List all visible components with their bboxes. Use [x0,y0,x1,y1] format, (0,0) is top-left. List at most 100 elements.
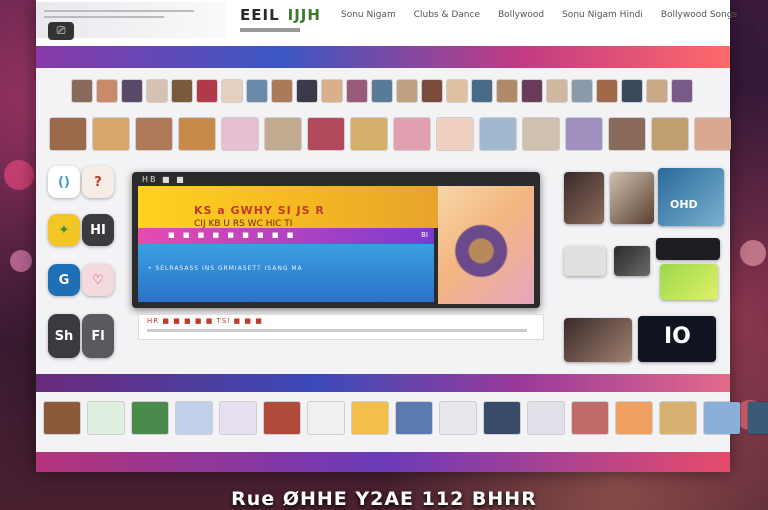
media-tile[interactable] [614,246,650,276]
bottom-caption: Rue ØHHE Y2AE 112 BHHR [231,488,537,510]
gesture-icon[interactable]: ? [82,166,114,198]
thumbnail[interactable] [308,402,344,434]
thumbnail[interactable] [616,402,652,434]
nav-link[interactable]: Sonu Nigam Hindi [562,10,643,20]
tile-label: OHD [670,198,698,211]
thumbnail[interactable] [660,402,696,434]
thumbnail[interactable] [265,118,301,150]
top-bar: ⎚ EEIL IJJH Sonu Nigam Clubs & Dance Boll… [36,0,737,47]
thumbnail[interactable] [440,402,476,434]
thumbnail[interactable] [497,80,517,102]
purple-bar-right: BI [421,231,428,239]
media-tile[interactable] [656,238,720,260]
thumbnail[interactable] [394,118,430,150]
thumbnail[interactable] [572,80,592,102]
thumbnail[interactable] [351,118,387,150]
nav-link[interactable]: Sonu Nigam [341,10,396,20]
g-icon[interactable]: G [48,264,80,296]
thumbnail[interactable] [264,402,300,434]
app-window: ⎚ EEIL IJJH Sonu Nigam Clubs & Dance Boll… [36,0,768,472]
thumbnail[interactable] [672,80,692,102]
media-tile[interactable] [564,318,632,362]
leaf-icon[interactable]: ✦ [48,214,80,246]
thumbnail[interactable] [97,80,117,102]
thumbnail-row-small [72,80,692,102]
media-tile[interactable]: OHD [658,168,724,226]
thumbnail[interactable] [523,118,559,150]
media-tile[interactable] [564,246,606,276]
thumbnail[interactable] [396,402,432,434]
thumbnail[interactable] [308,118,344,150]
thumbnail-row-bottom [44,402,768,434]
thumbnail[interactable] [172,80,192,102]
thumbnail[interactable] [352,402,388,434]
player-title: KS a GWHY SI JS R [194,204,325,217]
player-description: • SELRASASS INS GRMIASETT ISANG MA [138,244,434,302]
thumbnail[interactable] [372,80,392,102]
thumbnail[interactable] [347,80,367,102]
bokeh-light [740,240,766,266]
thumbnail[interactable] [547,80,567,102]
thumbnail[interactable] [222,80,242,102]
brand-subtitle [240,28,300,32]
video-player[interactable]: HB ■ ■ KS a GWHY SI JS R CIJ KB U RS WC … [132,172,540,308]
media-tile[interactable] [610,172,654,224]
media-tile[interactable] [660,264,718,300]
thumbnail[interactable] [447,80,467,102]
thumbnail[interactable] [695,118,731,150]
nav-link[interactable]: Bollywood Songs [661,10,737,20]
thumbnail[interactable] [222,118,258,150]
thumbnail[interactable] [197,80,217,102]
thumbnail[interactable] [704,402,740,434]
media-tile[interactable]: IO [638,316,716,362]
description-text: • SELRASASS INS GRMIASETT ISANG MA [148,265,303,272]
thumbnail[interactable] [322,80,342,102]
thumbnail[interactable] [147,80,167,102]
nav-link[interactable]: Clubs & Dance [414,10,480,20]
thumbnail[interactable] [528,402,564,434]
thumbnail[interactable] [93,118,129,150]
tile-big-label: IO [664,324,691,349]
thumbnail[interactable] [422,80,442,102]
thumbnail[interactable] [480,118,516,150]
thumbnail[interactable] [176,402,212,434]
thumbnail[interactable] [484,402,520,434]
thumbnail[interactable] [397,80,417,102]
thumbnail[interactable] [136,118,172,150]
thumbnail[interactable] [609,118,645,150]
thumbnail[interactable] [132,402,168,434]
heart-icon[interactable]: ♡ [82,264,114,296]
thumbnail[interactable] [272,80,292,102]
thumbnail[interactable] [72,80,92,102]
thumbnail[interactable] [50,118,86,150]
thumbnail[interactable] [297,80,317,102]
thumbnail[interactable] [44,402,80,434]
thumbnail[interactable] [572,402,608,434]
thumbnail[interactable] [88,402,124,434]
thumbnail[interactable] [597,80,617,102]
thumbnail[interactable] [472,80,492,102]
thumbnail[interactable] [566,118,602,150]
thumbnail[interactable] [522,80,542,102]
clock-icon[interactable]: () [48,166,80,198]
thumbnail[interactable] [748,402,768,434]
thumbnail[interactable] [652,118,688,150]
letter-icon[interactable]: Sh [48,314,80,358]
thumbnail[interactable] [622,80,642,102]
section-divider [36,374,730,392]
script-icon[interactable]: Fl [82,314,114,358]
header-banner [36,46,730,68]
thumbnail[interactable] [220,402,256,434]
player-artwork [438,186,534,304]
thumbnail[interactable] [437,118,473,150]
grid-icon[interactable]: HI [82,214,114,246]
app-logo-icon[interactable]: ⎚ [48,22,74,40]
seek-bar[interactable] [147,329,527,332]
thumbnail[interactable] [122,80,142,102]
media-tile[interactable] [564,172,604,224]
player-controls[interactable]: HR ■ ■ ■ ■ ■ TSI ■ ■ ■ [138,314,544,340]
thumbnail[interactable] [247,80,267,102]
thumbnail[interactable] [647,80,667,102]
thumbnail[interactable] [179,118,215,150]
nav-link[interactable]: Bollywood [498,10,544,20]
